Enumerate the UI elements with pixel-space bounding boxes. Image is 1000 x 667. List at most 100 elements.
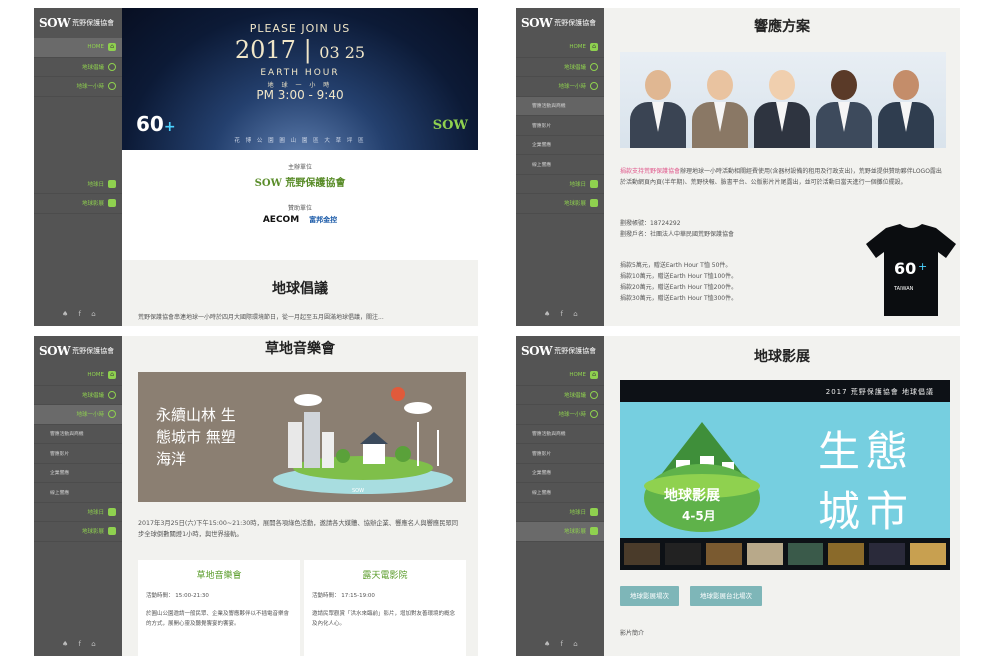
eco-city-illustration: 永續山林 生態城市 無塑海洋 SOW bbox=[138, 372, 466, 502]
screenshot-home: SOW 荒野保護協會 HOME ⌂ 地球倡議 地球一小時 地球日 地球影展 ♠ f … bbox=[34, 8, 478, 326]
nav-earth-day[interactable]: 地球日 bbox=[516, 175, 604, 194]
nav-home[interactable]: HOME ⌂ bbox=[34, 366, 122, 386]
site-logo[interactable]: SOW 荒野保護協會 bbox=[34, 336, 122, 366]
nav-sub-response[interactable]: 響應活動與商機 bbox=[516, 425, 604, 444]
sixty-plus-logo: 60+ bbox=[136, 112, 176, 136]
nav-earth-hour[interactable]: 地球一小時 bbox=[516, 77, 604, 97]
sponsors-section: 主辦單位 SOW 荒野保護協會 贊助單位 AECOM 富邦金控 bbox=[122, 150, 478, 260]
chat-icon bbox=[108, 62, 116, 71]
nav-sub-online[interactable]: 線上響應 bbox=[516, 483, 604, 503]
home-icon: ⌂ bbox=[108, 371, 116, 380]
earth-hour-tshirt-image: 60 + TAIWAN bbox=[866, 224, 956, 316]
sow-logo: SOW bbox=[432, 118, 468, 133]
concert-card[interactable]: 草地音樂會 活動時間： 15:00-21:30 於圓山公園邀請一般民眾、企業及響… bbox=[138, 560, 300, 656]
screenshot-concert: SOW 荒野保護協會 HOME ⌂ 地球倡議 地球一小時 響應活動與商機 響應影片 … bbox=[34, 336, 478, 656]
video-icon bbox=[590, 527, 598, 536]
calendar-icon bbox=[108, 507, 116, 516]
chat-icon bbox=[590, 390, 598, 399]
sidebar: SOW 荒野保護協會 HOME ⌂ 地球倡議 地球一小時 響應活動與商機 響應影片 … bbox=[516, 8, 604, 326]
nav-film-festival[interactable]: 地球影展 bbox=[516, 194, 604, 214]
nav-earth-initiative[interactable]: 地球倡議 bbox=[34, 58, 122, 77]
svg-text:SOW: SOW bbox=[352, 488, 364, 494]
screenshot-film-festival: SOW 荒野保護協會 HOME ⌂ 地球倡議 地球一小時 響應活動與商機 響應影片 … bbox=[516, 336, 960, 656]
donate-link[interactable]: 捐款支持荒野保護協會 bbox=[620, 168, 680, 175]
social-icons[interactable]: ♠ f ⌂ bbox=[544, 310, 582, 318]
nav-sub-video[interactable]: 響應影片 bbox=[516, 444, 604, 464]
video-icon bbox=[108, 199, 116, 208]
nav-home[interactable]: HOME ⌂ bbox=[516, 38, 604, 58]
calendar-icon bbox=[108, 179, 116, 188]
film-schedule-button[interactable]: 地球影展場次 bbox=[620, 586, 679, 606]
svg-text:TAIWAN: TAIWAN bbox=[893, 286, 914, 292]
svg-text:+: + bbox=[918, 260, 927, 273]
chat-icon bbox=[108, 390, 116, 399]
nav-sub-response[interactable]: 響應活動與商機 bbox=[34, 425, 122, 444]
social-icons[interactable]: ♠ f ⌂ bbox=[62, 310, 100, 318]
nav-earth-hour[interactable]: 地球一小時 bbox=[34, 77, 122, 97]
svg-text:60: 60 bbox=[894, 259, 916, 278]
social-icons[interactable]: ♠ f ⌂ bbox=[544, 640, 582, 648]
nav-sub-response[interactable]: 響應活動與商機 bbox=[516, 96, 604, 116]
page-title: 地球影展 bbox=[754, 349, 810, 365]
nav-sub-business[interactable]: 企業響應 bbox=[516, 136, 604, 155]
nav-earth-hour[interactable]: 地球一小時 bbox=[516, 405, 604, 425]
clock-icon bbox=[108, 82, 116, 91]
account-info: 劃撥帳號：18724292 劃撥戶名：社團法人中華民國荒野保護協會 bbox=[620, 220, 735, 238]
nav-sub-online[interactable]: 線上響應 bbox=[34, 483, 122, 503]
page-title: 響應方案 bbox=[754, 19, 810, 35]
open-air-cinema-card[interactable]: 露天電影院 活動時間： 17:15-19:00 邀請民眾觀賞「洪水來臨前」影片，… bbox=[304, 560, 466, 656]
nav-film-festival[interactable]: 地球影展 bbox=[34, 522, 122, 542]
chat-icon bbox=[590, 62, 598, 71]
sidebar: SOW 荒野保護協會 HOME ⌂ 地球倡議 地球一小時 地球日 地球影展 ♠ f … bbox=[34, 8, 122, 326]
svg-text:4-5月: 4-5月 bbox=[682, 509, 716, 523]
nav-home[interactable]: HOME ⌂ bbox=[34, 38, 122, 58]
nav-earth-day[interactable]: 地球日 bbox=[34, 503, 122, 522]
section-title: 地球倡議 bbox=[272, 281, 328, 297]
nav-earth-hour[interactable]: 地球一小時 bbox=[34, 405, 122, 425]
nav-sub-online[interactable]: 線上響應 bbox=[516, 155, 604, 175]
event-description: 2017年3月25日(六)下午15:00~21:30時，展開各項綠色活動，邀請各… bbox=[138, 520, 459, 538]
reward-list: 捐款5萬元，贈送Earth Hour T恤 50件。 捐款10萬元，贈送Eart… bbox=[620, 262, 738, 302]
video-icon bbox=[108, 527, 116, 536]
sponsor-logos: AECOM 富邦金控 bbox=[262, 215, 338, 225]
home-icon: ⌂ bbox=[108, 43, 116, 52]
site-logo[interactable]: SOW 荒野保護協會 bbox=[34, 8, 122, 38]
home-icon: ⌂ bbox=[590, 371, 598, 380]
nav-sub-business[interactable]: 企業響應 bbox=[34, 464, 122, 483]
site-logo[interactable]: SOW 荒野保護協會 bbox=[516, 8, 604, 38]
organizer-logo: SOW 荒野保護協會 bbox=[254, 178, 346, 189]
nav-earth-initiative[interactable]: 地球倡議 bbox=[34, 386, 122, 405]
intro-text: 荒野保護協會串連地球一小時於四月大國際環境節日，從一月起至五月圓滿地球倡議，關注… bbox=[138, 314, 384, 321]
clock-icon bbox=[108, 410, 116, 419]
page-title: 草地音樂會 bbox=[265, 341, 335, 357]
nav-film-festival[interactable]: 地球影展 bbox=[34, 194, 122, 214]
screenshot-response-plan: SOW 荒野保護協會 HOME ⌂ 地球倡議 地球一小時 響應活動與商機 響應影片 … bbox=[516, 8, 960, 326]
clock-icon bbox=[590, 82, 598, 91]
svg-text:地球影展: 地球影展 bbox=[664, 487, 720, 504]
calendar-icon bbox=[590, 179, 598, 188]
nav-sub-business[interactable]: 企業響應 bbox=[516, 464, 604, 483]
nav-earth-initiative[interactable]: 地球倡議 bbox=[516, 386, 604, 405]
site-logo[interactable]: SOW 荒野保護協會 bbox=[516, 336, 604, 366]
sidebar: SOW 荒野保護協會 HOME ⌂ 地球倡議 地球一小時 響應活動與商機 響應影片 … bbox=[516, 336, 604, 656]
film-thumbnails[interactable] bbox=[620, 538, 950, 570]
donation-description: 捐款支持荒野保護協會辦理地球一小時活動相關經費使用(含器材設備的租用及行政支出)… bbox=[620, 168, 942, 186]
nav-earth-day[interactable]: 地球日 bbox=[516, 503, 604, 522]
home-icon: ⌂ bbox=[590, 43, 598, 52]
film-festival-banner: 2017 荒野保護協會 地球倡議 地球影展 4-5月 生態城市 bbox=[620, 380, 950, 570]
nav-earth-initiative[interactable]: 地球倡議 bbox=[516, 58, 604, 77]
social-icons[interactable]: ♠ f ⌂ bbox=[62, 640, 100, 648]
earth-hour-banner: PLEASE JOIN US 2017 | 03 25 EARTH HOUR 地… bbox=[122, 8, 478, 150]
nav-film-festival[interactable]: 地球影展 bbox=[516, 522, 604, 542]
nav-earth-day[interactable]: 地球日 bbox=[34, 175, 122, 194]
calendar-icon bbox=[590, 507, 598, 516]
taipei-schedule-button[interactable]: 地球影展台北場次 bbox=[690, 586, 762, 606]
nav-sub-video[interactable]: 響應影片 bbox=[516, 116, 604, 136]
business-people-photo bbox=[620, 52, 946, 148]
film-intro-heading: 影片簡介 bbox=[620, 630, 645, 637]
nav-sub-video[interactable]: 響應影片 bbox=[34, 444, 122, 464]
video-icon bbox=[590, 199, 598, 208]
sidebar: SOW 荒野保護協會 HOME ⌂ 地球倡議 地球一小時 響應活動與商機 響應影片 … bbox=[34, 336, 122, 656]
clock-icon bbox=[590, 410, 598, 419]
nav-home[interactable]: HOME ⌂ bbox=[516, 366, 604, 386]
